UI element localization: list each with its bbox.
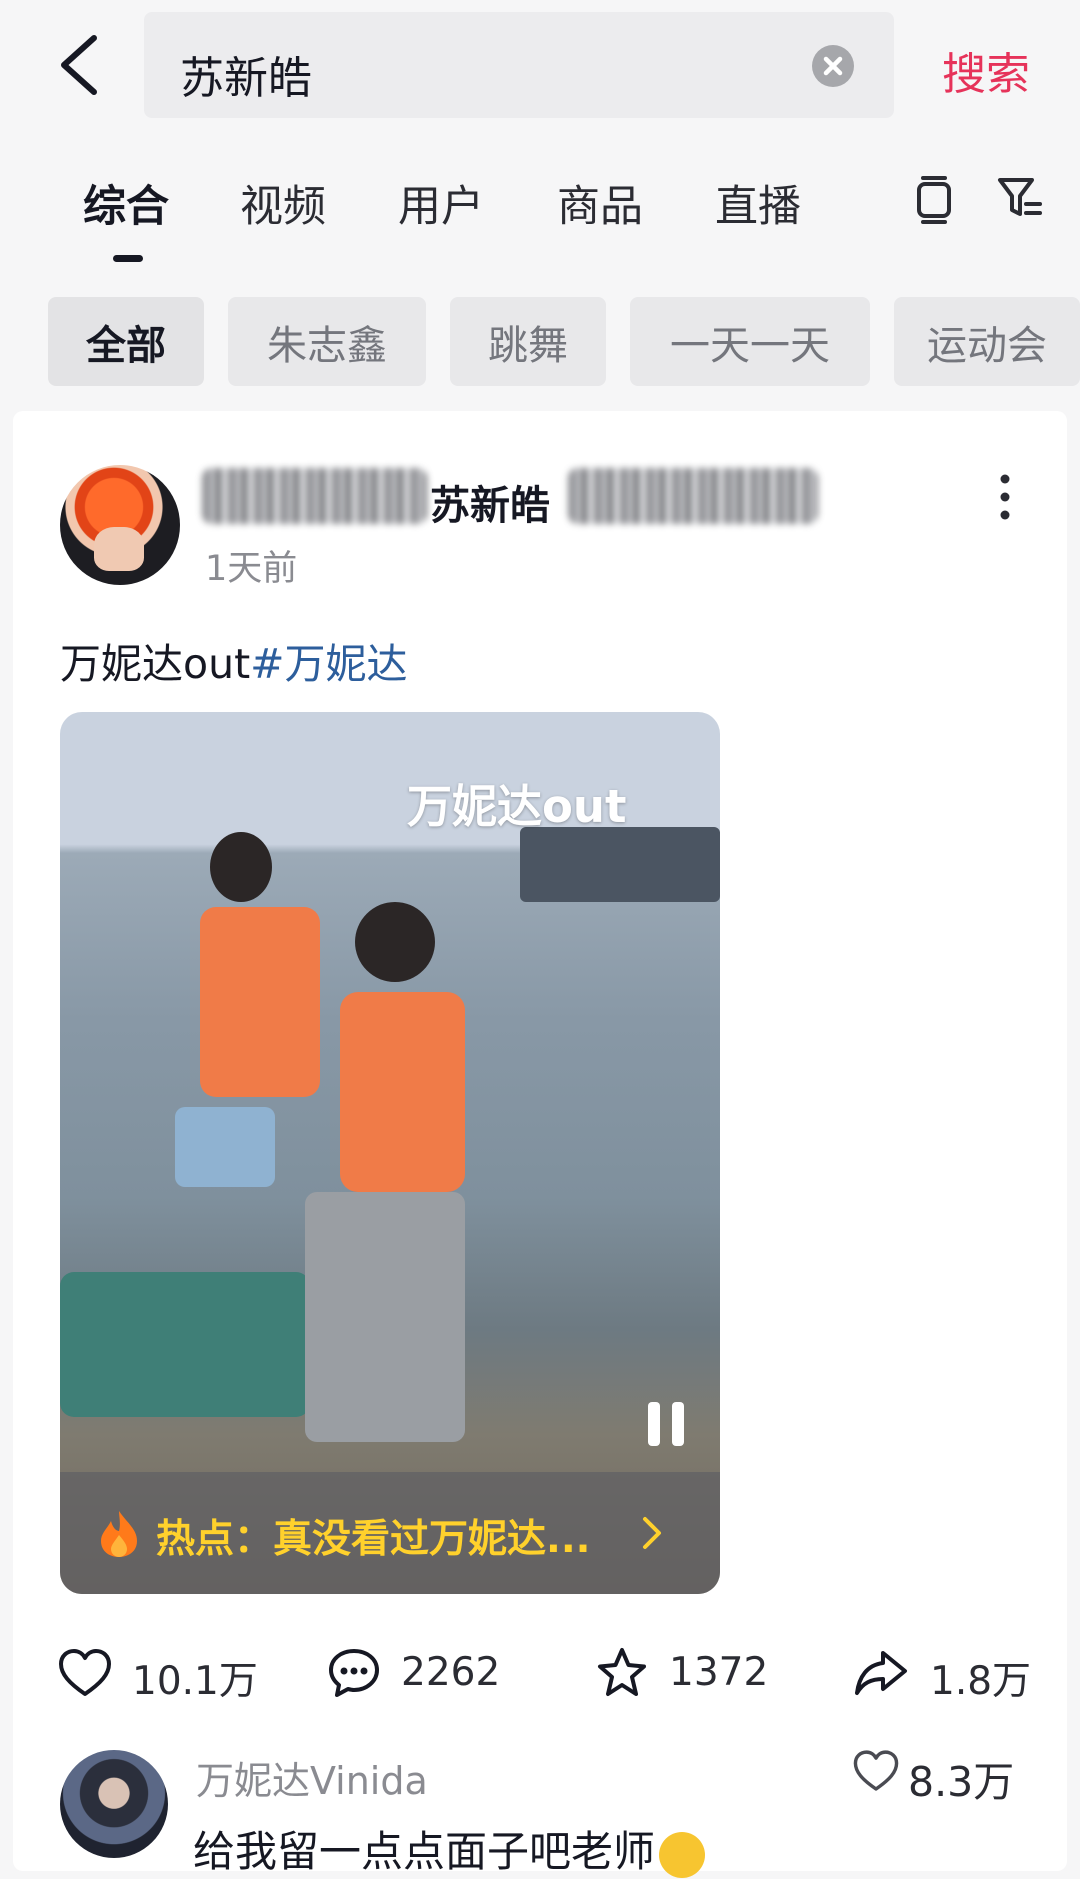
chip-one-day[interactable]: 一天一天 — [630, 297, 870, 386]
life-vest-left — [200, 907, 320, 1097]
chip-sports-meet[interactable]: 运动会 — [894, 297, 1080, 386]
share-count: 1.8万 — [930, 1659, 1032, 1704]
chip-dance[interactable]: 跳舞 — [450, 297, 606, 386]
comment-like-count: 8.3万 — [908, 1758, 1015, 1806]
caption-text: 万妮达out — [60, 640, 251, 688]
back-arrow-icon[interactable] — [52, 30, 112, 100]
post-caption: 万妮达out#万妮达 — [60, 630, 408, 690]
chip-zhuzhixin[interactable]: 朱志鑫 — [228, 297, 426, 386]
raft-shape — [60, 1272, 310, 1417]
like-count: 10.1万 — [132, 1659, 258, 1704]
shorts-shape — [175, 1107, 275, 1187]
hot-topic-text: 热点：真没看过万妮达... — [156, 1517, 591, 1562]
active-tab-indicator — [113, 255, 143, 262]
tab-live[interactable]: 直播 — [715, 172, 801, 234]
tab-users[interactable]: 用户 — [398, 172, 484, 234]
tab-scroll-fade — [866, 170, 906, 230]
comment-like-icon[interactable] — [852, 1748, 900, 1794]
comment-icon[interactable] — [326, 1647, 382, 1699]
video-overlay-title: 万妮达out — [407, 780, 627, 833]
tab-goods[interactable]: 商品 — [557, 172, 643, 234]
hot-topic-bar[interactable]: 热点：真没看过万妮达... — [60, 1472, 720, 1594]
more-options-icon[interactable] — [998, 472, 1012, 522]
author-name-redacted — [202, 468, 427, 524]
search-button[interactable]: 搜索 — [942, 38, 1030, 102]
author-name[interactable]: 苏新皓 — [430, 473, 550, 531]
commenter-avatar[interactable] — [60, 1750, 168, 1858]
like-icon[interactable] — [57, 1647, 113, 1699]
comment-text-row: 给我留一点点面子吧老师 — [193, 1818, 706, 1879]
chip-all[interactable]: 全部 — [48, 297, 204, 386]
favorite-count: 1372 — [669, 1650, 769, 1695]
layout-toggle-icon[interactable] — [906, 170, 962, 226]
tab-video[interactable]: 视频 — [240, 172, 326, 234]
comment-count: 2262 — [401, 1650, 501, 1695]
head-right — [355, 902, 435, 982]
life-vest-right — [340, 992, 465, 1192]
author-avatar[interactable] — [60, 465, 180, 585]
comment-text: 给我留一点点面子吧老师 — [193, 1827, 656, 1876]
pause-icon[interactable] — [642, 1394, 692, 1454]
flushed-emoji-icon — [659, 1831, 706, 1878]
hashtag-link[interactable]: #万妮达 — [250, 640, 407, 688]
video-player[interactable]: 万妮达out 热点：真没看过万妮达... — [60, 712, 720, 1594]
clear-icon[interactable] — [812, 45, 854, 87]
search-query: 苏新皓 — [180, 53, 312, 104]
commenter-name[interactable]: 万妮达Vinida — [196, 1750, 428, 1805]
share-icon[interactable] — [853, 1647, 909, 1699]
filter-icon[interactable] — [992, 170, 1048, 226]
post-time: 1天前 — [205, 549, 298, 589]
head-left — [210, 832, 272, 902]
author-name-redacted — [568, 468, 818, 524]
search-input[interactable]: 苏新皓 — [144, 12, 894, 118]
boat-shape — [520, 827, 720, 902]
chevron-right-icon — [643, 1517, 661, 1549]
skirt-shape — [305, 1192, 465, 1442]
tab-comprehensive[interactable]: 综合 — [83, 172, 169, 234]
fire-icon — [101, 1511, 137, 1557]
favorite-star-icon[interactable] — [594, 1647, 650, 1699]
